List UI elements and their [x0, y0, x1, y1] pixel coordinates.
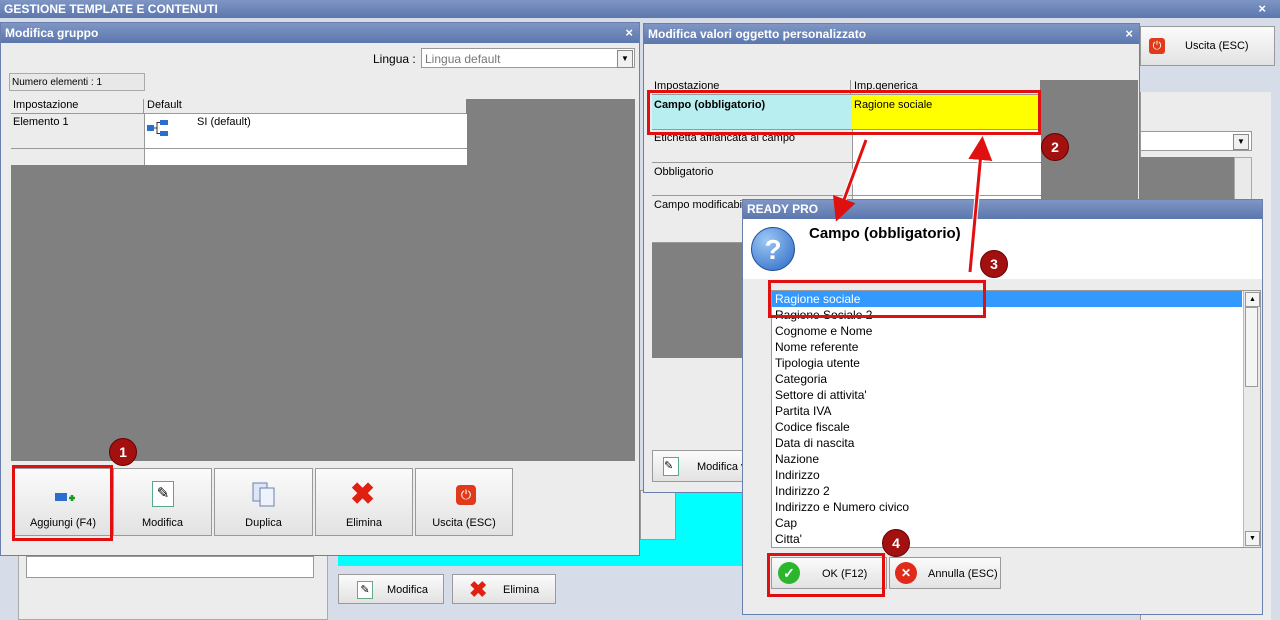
step-badge-3: 3: [980, 250, 1008, 278]
arrow-field-to-dialog-red: [832, 139, 868, 222]
step-badge-4: 4: [882, 529, 910, 557]
step-badge-2: 2: [1041, 133, 1069, 161]
arrow-option-to-field-red: [968, 136, 993, 273]
step-badge-1: 1: [109, 438, 137, 466]
annotation-arrows: [832, 136, 993, 273]
